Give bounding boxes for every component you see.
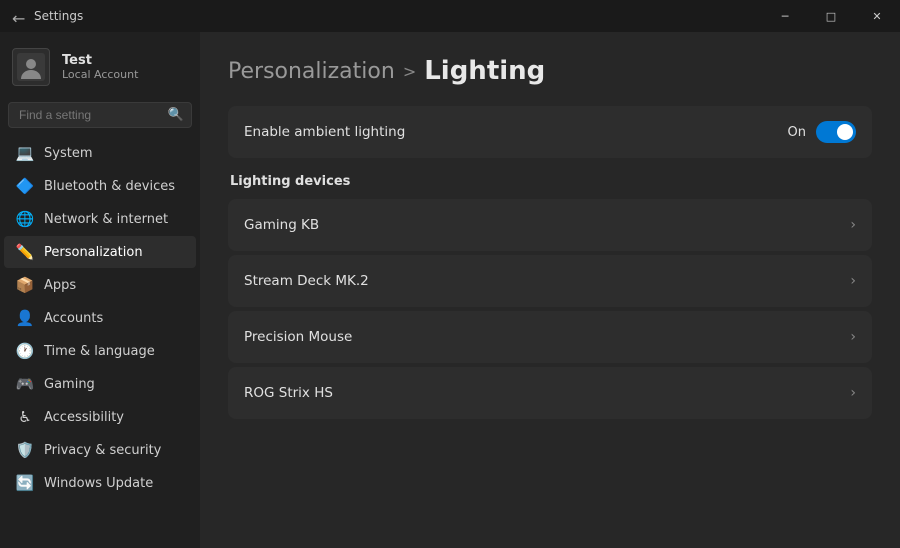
user-account-type: Local Account: [62, 68, 138, 81]
maximize-button[interactable]: □: [808, 0, 854, 32]
accessibility-icon: ♿: [16, 408, 34, 426]
back-icon[interactable]: ←: [12, 9, 26, 23]
search-icon: 🔍: [168, 108, 184, 123]
chevron-right-icon-1: ›: [850, 273, 856, 289]
device-name-1: Stream Deck MK.2: [244, 273, 369, 289]
sidebar-item-label-gaming: Gaming: [44, 377, 95, 392]
sidebar-item-gaming[interactable]: 🎮 Gaming: [4, 368, 196, 400]
close-button[interactable]: ✕: [854, 0, 900, 32]
device-item-0[interactable]: Gaming KB ›: [228, 199, 872, 251]
minimize-button[interactable]: ─: [762, 0, 808, 32]
chevron-right-icon-0: ›: [850, 217, 856, 233]
sidebar-item-privacy[interactable]: 🛡️ Privacy & security: [4, 434, 196, 466]
user-info: Test Local Account: [62, 53, 138, 81]
toggle-right: On: [788, 121, 856, 143]
sidebar-item-label-bluetooth: Bluetooth & devices: [44, 179, 175, 194]
system-icon: 💻: [16, 144, 34, 162]
chevron-right-icon-2: ›: [850, 329, 856, 345]
devices-section-title: Lighting devices: [228, 174, 872, 189]
sidebar-item-accessibility[interactable]: ♿ Accessibility: [4, 401, 196, 433]
sidebar-item-bluetooth[interactable]: 🔷 Bluetooth & devices: [4, 170, 196, 202]
user-name: Test: [62, 53, 138, 68]
titlebar-left: ← Settings: [12, 9, 83, 23]
apps-icon: 📦: [16, 276, 34, 294]
privacy-icon: 🛡️: [16, 441, 34, 459]
sidebar-item-accounts[interactable]: 👤 Accounts: [4, 302, 196, 334]
sidebar-item-label-privacy: Privacy & security: [44, 443, 161, 458]
breadcrumb-separator: >: [403, 62, 416, 81]
accounts-icon: 👤: [16, 309, 34, 327]
sidebar-item-label-apps: Apps: [44, 278, 76, 293]
breadcrumb: Personalization > Lighting: [228, 56, 872, 86]
sidebar-item-label-accounts: Accounts: [44, 311, 103, 326]
titlebar-controls: ─ □ ✕: [762, 0, 900, 32]
sidebar-item-windows-update[interactable]: 🔄 Windows Update: [4, 467, 196, 499]
gaming-icon: 🎮: [16, 375, 34, 393]
personalization-icon: ✏️: [16, 243, 34, 261]
device-item-1[interactable]: Stream Deck MK.2 ›: [228, 255, 872, 307]
chevron-right-icon-3: ›: [850, 385, 856, 401]
ambient-lighting-toggle[interactable]: [816, 121, 856, 143]
device-name-2: Precision Mouse: [244, 329, 352, 345]
ambient-lighting-toggle-card: Enable ambient lighting On: [228, 106, 872, 158]
sidebar-item-label-system: System: [44, 146, 92, 161]
sidebar-item-system[interactable]: 💻 System: [4, 137, 196, 169]
time-icon: 🕐: [16, 342, 34, 360]
sidebar: Test Local Account 🔍 💻 System 🔷 Bluetoot…: [0, 32, 200, 548]
search-box[interactable]: 🔍: [8, 102, 192, 128]
device-item-2[interactable]: Precision Mouse ›: [228, 311, 872, 363]
ambient-lighting-label: Enable ambient lighting: [244, 124, 405, 140]
sidebar-item-network[interactable]: 🌐 Network & internet: [4, 203, 196, 235]
devices-container: Gaming KB › Stream Deck MK.2 › Precision…: [228, 199, 872, 419]
sidebar-item-time[interactable]: 🕐 Time & language: [4, 335, 196, 367]
main-layout: Test Local Account 🔍 💻 System 🔷 Bluetoot…: [0, 32, 900, 548]
device-name-0: Gaming KB: [244, 217, 319, 233]
sidebar-item-label-personalization: Personalization: [44, 245, 143, 260]
titlebar: ← Settings ─ □ ✕: [0, 0, 900, 32]
bluetooth-icon: 🔷: [16, 177, 34, 195]
sidebar-item-label-time: Time & language: [44, 344, 155, 359]
search-input[interactable]: [8, 102, 192, 128]
titlebar-title: Settings: [34, 9, 83, 23]
sidebar-item-label-windows-update: Windows Update: [44, 476, 153, 491]
nav-container: 💻 System 🔷 Bluetooth & devices 🌐 Network…: [0, 136, 200, 500]
content-area: Personalization > Lighting Enable ambien…: [200, 32, 900, 548]
device-item-3[interactable]: ROG Strix HS ›: [228, 367, 872, 419]
sidebar-item-label-accessibility: Accessibility: [44, 410, 124, 425]
sidebar-item-label-network: Network & internet: [44, 212, 168, 227]
avatar: [12, 48, 50, 86]
user-section: Test Local Account: [0, 40, 200, 98]
toggle-status: On: [788, 125, 806, 140]
device-name-3: ROG Strix HS: [244, 385, 333, 401]
breadcrumb-current: Lighting: [424, 56, 545, 86]
sidebar-item-personalization[interactable]: ✏️ Personalization: [4, 236, 196, 268]
sidebar-item-apps[interactable]: 📦 Apps: [4, 269, 196, 301]
network-icon: 🌐: [16, 210, 34, 228]
windows-update-icon: 🔄: [16, 474, 34, 492]
breadcrumb-parent[interactable]: Personalization: [228, 59, 395, 84]
